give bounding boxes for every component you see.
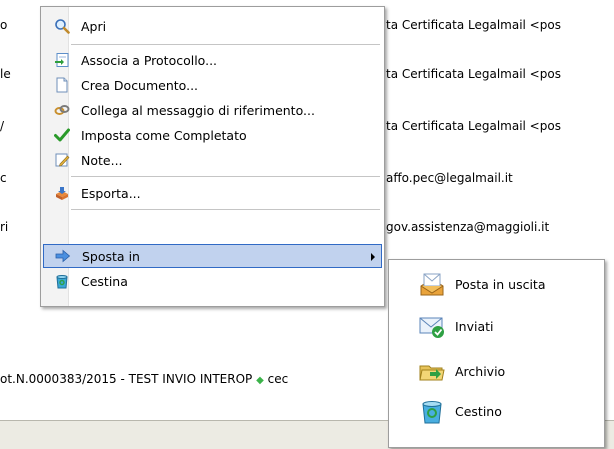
- submenu-item-archivio[interactable]: Archivio: [391, 353, 602, 389]
- arrow-right-icon: [54, 247, 72, 265]
- email-sender[interactable]: ta Certificata Legalmail <pos: [386, 18, 561, 32]
- email-row-fragment[interactable]: /: [0, 119, 4, 133]
- magnifier-icon: [53, 17, 71, 35]
- associate-protocol-icon: [53, 51, 71, 69]
- submenu-item-label: Archivio: [455, 363, 506, 379]
- email-subject-text: ot.N.0000383/2015 - TEST INVIO INTEROP: [0, 372, 253, 386]
- email-sender-fragment: cec: [267, 372, 289, 386]
- submenu-item-label: Inviati: [455, 318, 494, 334]
- email-sender[interactable]: affo.pec@legalmail.it: [386, 171, 513, 185]
- email-row-fragment[interactable]: o: [0, 18, 7, 32]
- email-subject[interactable]: ot.N.0000383/2015 - TEST INVIO INTEROP ◆…: [0, 372, 288, 386]
- submenu-item-cestino[interactable]: Cestino: [391, 393, 602, 429]
- submenu-item-posta-in-uscita[interactable]: Posta in uscita: [391, 266, 602, 302]
- recycle-bin-icon: [417, 396, 447, 426]
- menu-separator: [71, 209, 380, 210]
- menu-item-apri[interactable]: Apri: [43, 14, 382, 38]
- menu-item-cestina[interactable]: Cestina: [43, 269, 382, 293]
- menu-separator: [71, 176, 380, 177]
- submenu-item-inviati[interactable]: Inviati: [391, 308, 602, 344]
- menu-item-label: Crea Documento...: [81, 77, 199, 93]
- note-icon: [53, 151, 71, 169]
- email-sender[interactable]: gov.assistenza@maggioli.it: [386, 220, 549, 234]
- export-icon: [53, 184, 71, 202]
- email-row-fragment[interactable]: le: [0, 67, 11, 81]
- trash-icon: [53, 272, 71, 290]
- menu-item-label: Associa a Protocollo...: [81, 52, 218, 68]
- document-icon: [53, 76, 71, 94]
- menu-item-label: Collega al messaggio di riferimento...: [81, 102, 315, 118]
- menu-item-esporta[interactable]: Esporta...: [43, 181, 382, 205]
- menu-item-label: Sposta in: [82, 248, 140, 264]
- email-row-fragment[interactable]: ri: [0, 220, 8, 234]
- menu-item-sposta-in[interactable]: Sposta in: [43, 244, 382, 268]
- link-message-icon: [53, 101, 71, 119]
- menu-item-label: Imposta come Completato: [81, 127, 247, 143]
- sent-icon: [417, 311, 447, 341]
- menu-item-label: Note...: [81, 152, 123, 168]
- submenu-item-label: Cestino: [455, 403, 502, 419]
- menu-item-collega-messaggio[interactable]: Collega al messaggio di riferimento...: [43, 98, 382, 122]
- submenu-sposta-in: Posta in uscita Inviati Archivio Cestino: [388, 259, 605, 448]
- menu-separator: [71, 44, 380, 45]
- email-row-fragment[interactable]: c: [0, 171, 7, 185]
- outbox-icon: [417, 269, 447, 299]
- menu-item-label: Apri: [81, 18, 107, 34]
- menu-item-imposta-completato[interactable]: Imposta come Completato: [43, 123, 382, 147]
- status-dot-icon: ◆: [256, 375, 264, 386]
- submenu-arrow-icon: [371, 253, 375, 261]
- menu-item-note[interactable]: Note...: [43, 148, 382, 172]
- menu-item-label: Cestina: [81, 273, 128, 289]
- context-menu: Apri Associa a Protocollo... Crea Docume…: [40, 6, 385, 307]
- email-sender[interactable]: ta Certificata Legalmail <pos: [386, 67, 561, 81]
- menu-item-crea-documento[interactable]: Crea Documento...: [43, 73, 382, 97]
- menu-item-label: Esporta...: [81, 185, 141, 201]
- archive-icon: [417, 356, 447, 386]
- email-sender[interactable]: ta Certificata Legalmail <pos: [386, 119, 561, 133]
- submenu-item-label: Posta in uscita: [455, 276, 546, 292]
- checkmark-icon: [53, 126, 71, 144]
- menu-item-associa-protocollo[interactable]: Associa a Protocollo...: [43, 48, 382, 72]
